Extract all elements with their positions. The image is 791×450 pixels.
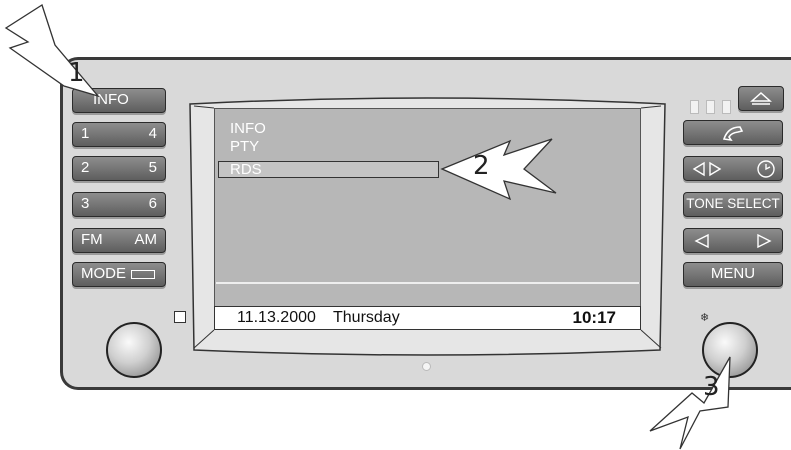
callout-label-2: 2 [473,151,490,181]
tuning-button[interactable] [683,228,783,253]
display-screen [214,108,641,330]
status-bar: 11.13.2000 Thursday 10:17 [214,306,641,330]
led-2 [706,100,715,114]
tune-left-icon [694,233,709,249]
center-indicator [422,362,431,371]
tone-select-button[interactable]: TONE SELECT [683,192,783,217]
callout-arrow-3 [649,356,731,450]
callout-arrow-1 [4,3,100,98]
volume-knob[interactable] [106,322,162,378]
callout-label-3: 3 [703,372,720,402]
seek-clock-button[interactable] [683,156,783,181]
callout-arrow-2 [440,138,557,201]
tune-right-icon [757,233,772,249]
eject-button[interactable] [738,86,784,111]
clock-icon [757,160,775,178]
fan-icon: ❄ [700,312,710,324]
band-button[interactable]: FM AM [72,228,166,253]
day-readout: Thursday [333,309,400,326]
mode-button[interactable]: MODE [72,262,166,287]
seek-icon [692,161,722,177]
date-readout: 11.13.2000 [237,309,316,326]
menu-item-pty[interactable]: PTY [230,138,259,155]
preset-2-5-button[interactable]: 25 [72,156,166,181]
menu-item-rds[interactable]: RDS [230,161,262,178]
time-readout: 10:17 [572,308,616,327]
cassette-icon [131,270,155,279]
preset-3-6-button[interactable]: 36 [72,192,166,217]
small-square-indicator [174,311,186,323]
phone-button[interactable] [683,120,783,145]
display-divider [216,282,639,284]
menu-item-info[interactable]: INFO [230,120,266,137]
led-3 [722,100,731,114]
callout-label-1: 1 [68,58,85,88]
preset-1-4-button[interactable]: 14 [72,122,166,147]
eject-icon [750,91,772,105]
led-1 [690,100,699,114]
phone-icon [722,126,744,142]
menu-button[interactable]: MENU [683,262,783,287]
